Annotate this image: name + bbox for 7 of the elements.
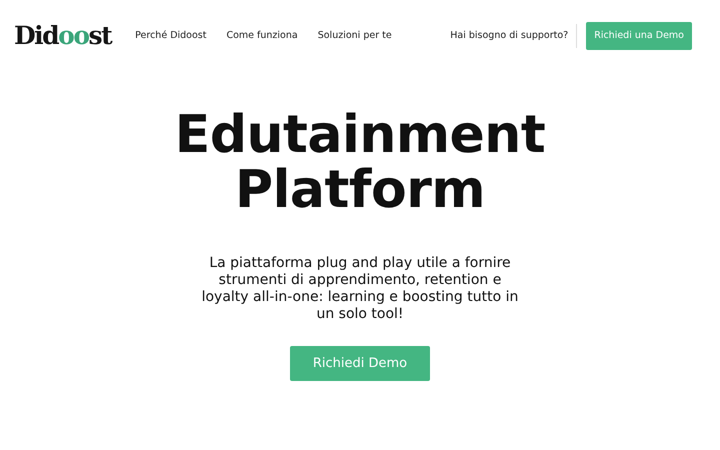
nav-link[interactable]: Come funziona [226, 28, 298, 44]
nav-link[interactable]: Perché Didoost [135, 28, 206, 44]
nav-link[interactable]: Soluzioni per te [318, 28, 392, 44]
support-link[interactable]: Hai bisogno di supporto? [450, 24, 578, 48]
hero-subtitle: La piattaforma plug and play utile a fornire strumenti di apprendimento, retention e loyalty all-in-one: learning e boosting tutto in un solo tool! [200, 255, 520, 322]
hero-title: Edutainment Platform [174, 108, 546, 218]
logo[interactable]: Didoost [14, 17, 112, 55]
